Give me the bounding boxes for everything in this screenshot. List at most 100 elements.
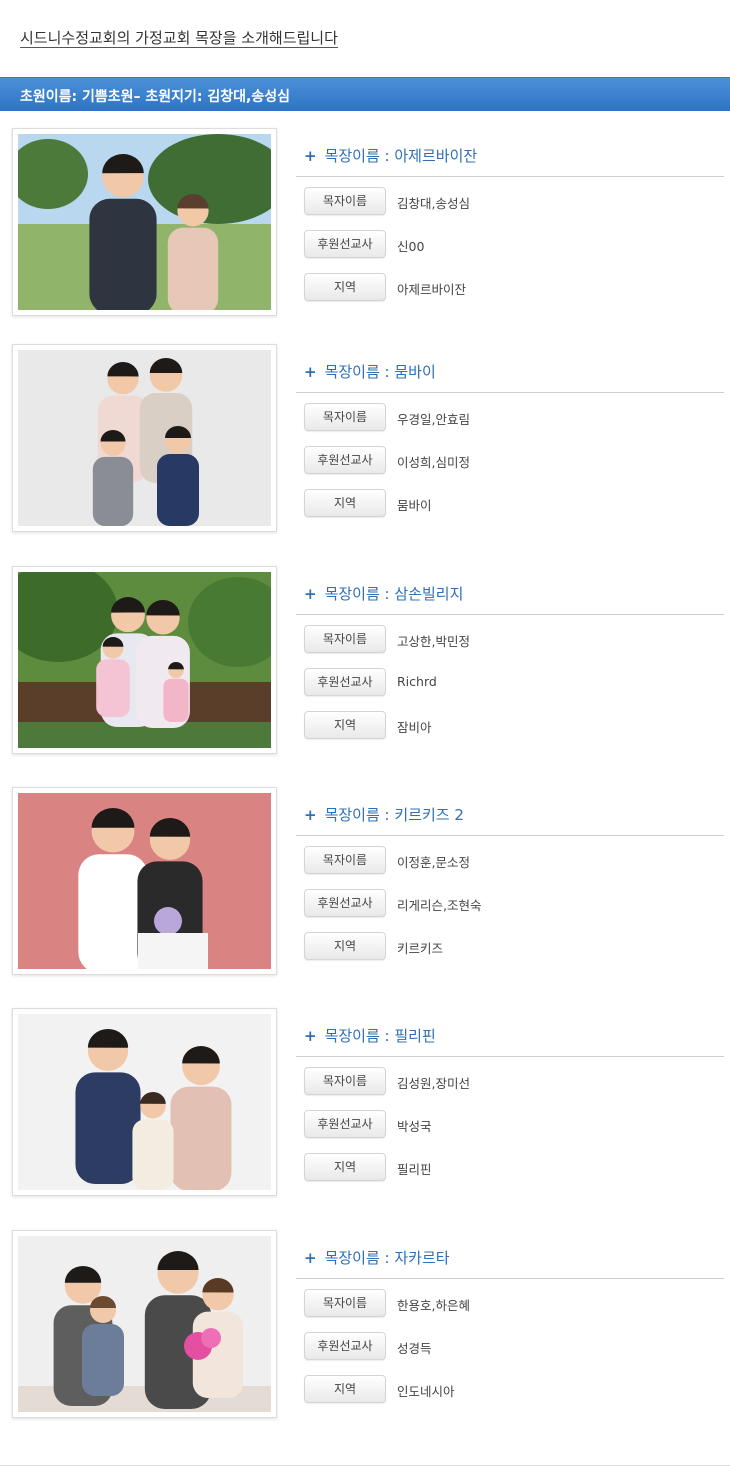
- cell-group-title: + 목장이름 : 아제르바이잔: [304, 145, 477, 166]
- cell-group-card: + 목장이름 : 삼손빌리지 목자이름 고상한,박민정 후원선교사 Richrd …: [0, 566, 730, 756]
- cell-group-card: + 목장이름 : 자카르타 목자이름 한용호,하은혜 후원선교사 성경득 지역 인…: [0, 1230, 730, 1420]
- region-value: 아제르바이잔: [397, 282, 467, 297]
- pastor-label: 목자이름: [304, 1289, 386, 1317]
- title-prefix: 목장이름 :: [324, 1027, 395, 1045]
- family-photo-image: [18, 572, 271, 748]
- cell-group-title: + 목장이름 : 삼손빌리지: [304, 583, 463, 604]
- region-label: 지역: [304, 273, 386, 301]
- cell-group-name: 뭄바이: [394, 363, 436, 381]
- pastor-row: 목자이름 우경일,안효림: [304, 403, 724, 431]
- cell-group-card: + 목장이름 : 키르키즈 2 목자이름 이정훈,문소정 후원선교사 리게리슨,조…: [0, 787, 730, 977]
- intro-text: 시드니수정교회의 가정교회 목장을 소개해드립니다: [20, 29, 338, 47]
- pastor-value: 우경일,안효림: [397, 412, 470, 427]
- family-photo: [12, 344, 277, 532]
- missionary-label: 후원선교사: [304, 1110, 386, 1138]
- region-value: 잠비아: [397, 720, 432, 735]
- cell-group-name: 삼손빌리지: [394, 585, 464, 603]
- region-value: 필리핀: [397, 1162, 432, 1177]
- title-divider: [296, 1056, 724, 1057]
- missionary-value: 이성희,심미정: [397, 455, 470, 470]
- missionary-label: 후원선교사: [304, 889, 386, 917]
- family-photo: [12, 566, 277, 754]
- missionary-label: 후원선교사: [304, 230, 386, 258]
- family-photo-image: [18, 793, 271, 969]
- missionary-label: 후원선교사: [304, 668, 386, 696]
- pastor-label: 목자이름: [304, 846, 386, 874]
- title-prefix: 목장이름 :: [324, 147, 395, 165]
- region-value: 뭄바이: [397, 498, 432, 513]
- pastor-row: 목자이름 고상한,박민정: [304, 625, 724, 653]
- cell-group-card: + 목장이름 : 뭄바이 목자이름 우경일,안효림 후원선교사 이성희,심미정 지…: [0, 344, 730, 534]
- region-row: 지역 필리핀: [304, 1153, 724, 1181]
- plus-icon: +: [304, 585, 317, 603]
- title-divider: [296, 392, 724, 393]
- title-divider: [296, 614, 724, 615]
- missionary-value: 리게리슨,조현숙: [397, 898, 482, 913]
- region-label: 지역: [304, 932, 386, 960]
- pastor-row: 목자이름 김창대,송성심: [304, 187, 724, 215]
- missionary-row: 후원선교사 이성희,심미정: [304, 446, 724, 474]
- pastor-row: 목자이름 한용호,하은혜: [304, 1289, 724, 1317]
- title-divider: [296, 835, 724, 836]
- missionary-row: 후원선교사 박성국: [304, 1110, 724, 1138]
- region-row: 지역 키르키즈: [304, 932, 724, 960]
- title-prefix: 목장이름 :: [324, 806, 395, 824]
- missionary-row: 후원선교사 리게리슨,조현숙: [304, 889, 724, 917]
- cell-group-title: + 목장이름 : 키르키즈 2: [304, 804, 464, 825]
- pastor-row: 목자이름 김성원,장미선: [304, 1067, 724, 1095]
- family-photo-image: [18, 134, 271, 310]
- pastor-value: 한용호,하은혜: [397, 1298, 470, 1313]
- cell-group-title: + 목장이름 : 필리핀: [304, 1025, 436, 1046]
- pastor-value: 고상한,박민정: [397, 634, 470, 649]
- family-photo: [12, 787, 277, 975]
- missionary-row: 후원선교사 Richrd: [304, 668, 724, 696]
- family-photo-image: [18, 1236, 271, 1412]
- missionary-value: Richrd: [397, 674, 437, 689]
- missionary-label: 후원선교사: [304, 1332, 386, 1360]
- region-label: 지역: [304, 1153, 386, 1181]
- title-divider: [296, 176, 724, 177]
- cell-group-name: 키르키즈 2: [394, 806, 464, 824]
- missionary-value: 박성국: [397, 1119, 432, 1134]
- missionary-value: 성경득: [397, 1341, 432, 1356]
- region-value: 키르키즈: [397, 941, 444, 956]
- region-row: 지역 잠비아: [304, 711, 724, 739]
- pastor-label: 목자이름: [304, 187, 386, 215]
- pastor-value: 이정훈,문소정: [397, 855, 470, 870]
- plus-icon: +: [304, 806, 317, 824]
- family-photo-image: [18, 1014, 271, 1190]
- plus-icon: +: [304, 147, 317, 165]
- family-photo: [12, 1008, 277, 1196]
- pastor-label: 목자이름: [304, 1067, 386, 1095]
- region-label: 지역: [304, 489, 386, 517]
- title-divider: [296, 1278, 724, 1279]
- cell-group-card: + 목장이름 : 아제르바이잔 목자이름 김창대,송성심 후원선교사 신00 지역…: [0, 128, 730, 318]
- region-label: 지역: [304, 711, 386, 739]
- title-prefix: 목장이름 :: [324, 1249, 395, 1267]
- banner-title: 초원이름: 기쁨초원– 초원지기: 김창대,송성심: [20, 89, 290, 105]
- pastor-label: 목자이름: [304, 403, 386, 431]
- family-photo-image: [18, 350, 271, 526]
- region-row: 지역 인도네시아: [304, 1375, 724, 1403]
- region-value: 인도네시아: [397, 1384, 455, 1399]
- cell-group-card: + 목장이름 : 필리핀 목자이름 김성원,장미선 후원선교사 박성국 지역 필리…: [0, 1008, 730, 1198]
- missionary-value: 신00: [397, 239, 425, 254]
- plus-icon: +: [304, 1249, 317, 1267]
- family-photo: [12, 128, 277, 316]
- grassland-banner: 초원이름: 기쁨초원– 초원지기: 김창대,송성심: [0, 77, 730, 111]
- plus-icon: +: [304, 1027, 317, 1045]
- region-label: 지역: [304, 1375, 386, 1403]
- cell-group-name: 자카르타: [394, 1249, 450, 1267]
- cell-group-name: 필리핀: [394, 1027, 436, 1045]
- region-row: 지역 아제르바이잔: [304, 273, 724, 301]
- family-photo: [12, 1230, 277, 1418]
- missionary-row: 후원선교사 성경득: [304, 1332, 724, 1360]
- missionary-row: 후원선교사 신00: [304, 230, 724, 258]
- title-prefix: 목장이름 :: [324, 363, 395, 381]
- pastor-value: 김성원,장미선: [397, 1076, 470, 1091]
- region-row: 지역 뭄바이: [304, 489, 724, 517]
- cell-group-title: + 목장이름 : 자카르타: [304, 1247, 450, 1268]
- pastor-label: 목자이름: [304, 625, 386, 653]
- pastor-value: 김창대,송성심: [397, 196, 470, 211]
- cell-group-name: 아제르바이잔: [394, 147, 478, 165]
